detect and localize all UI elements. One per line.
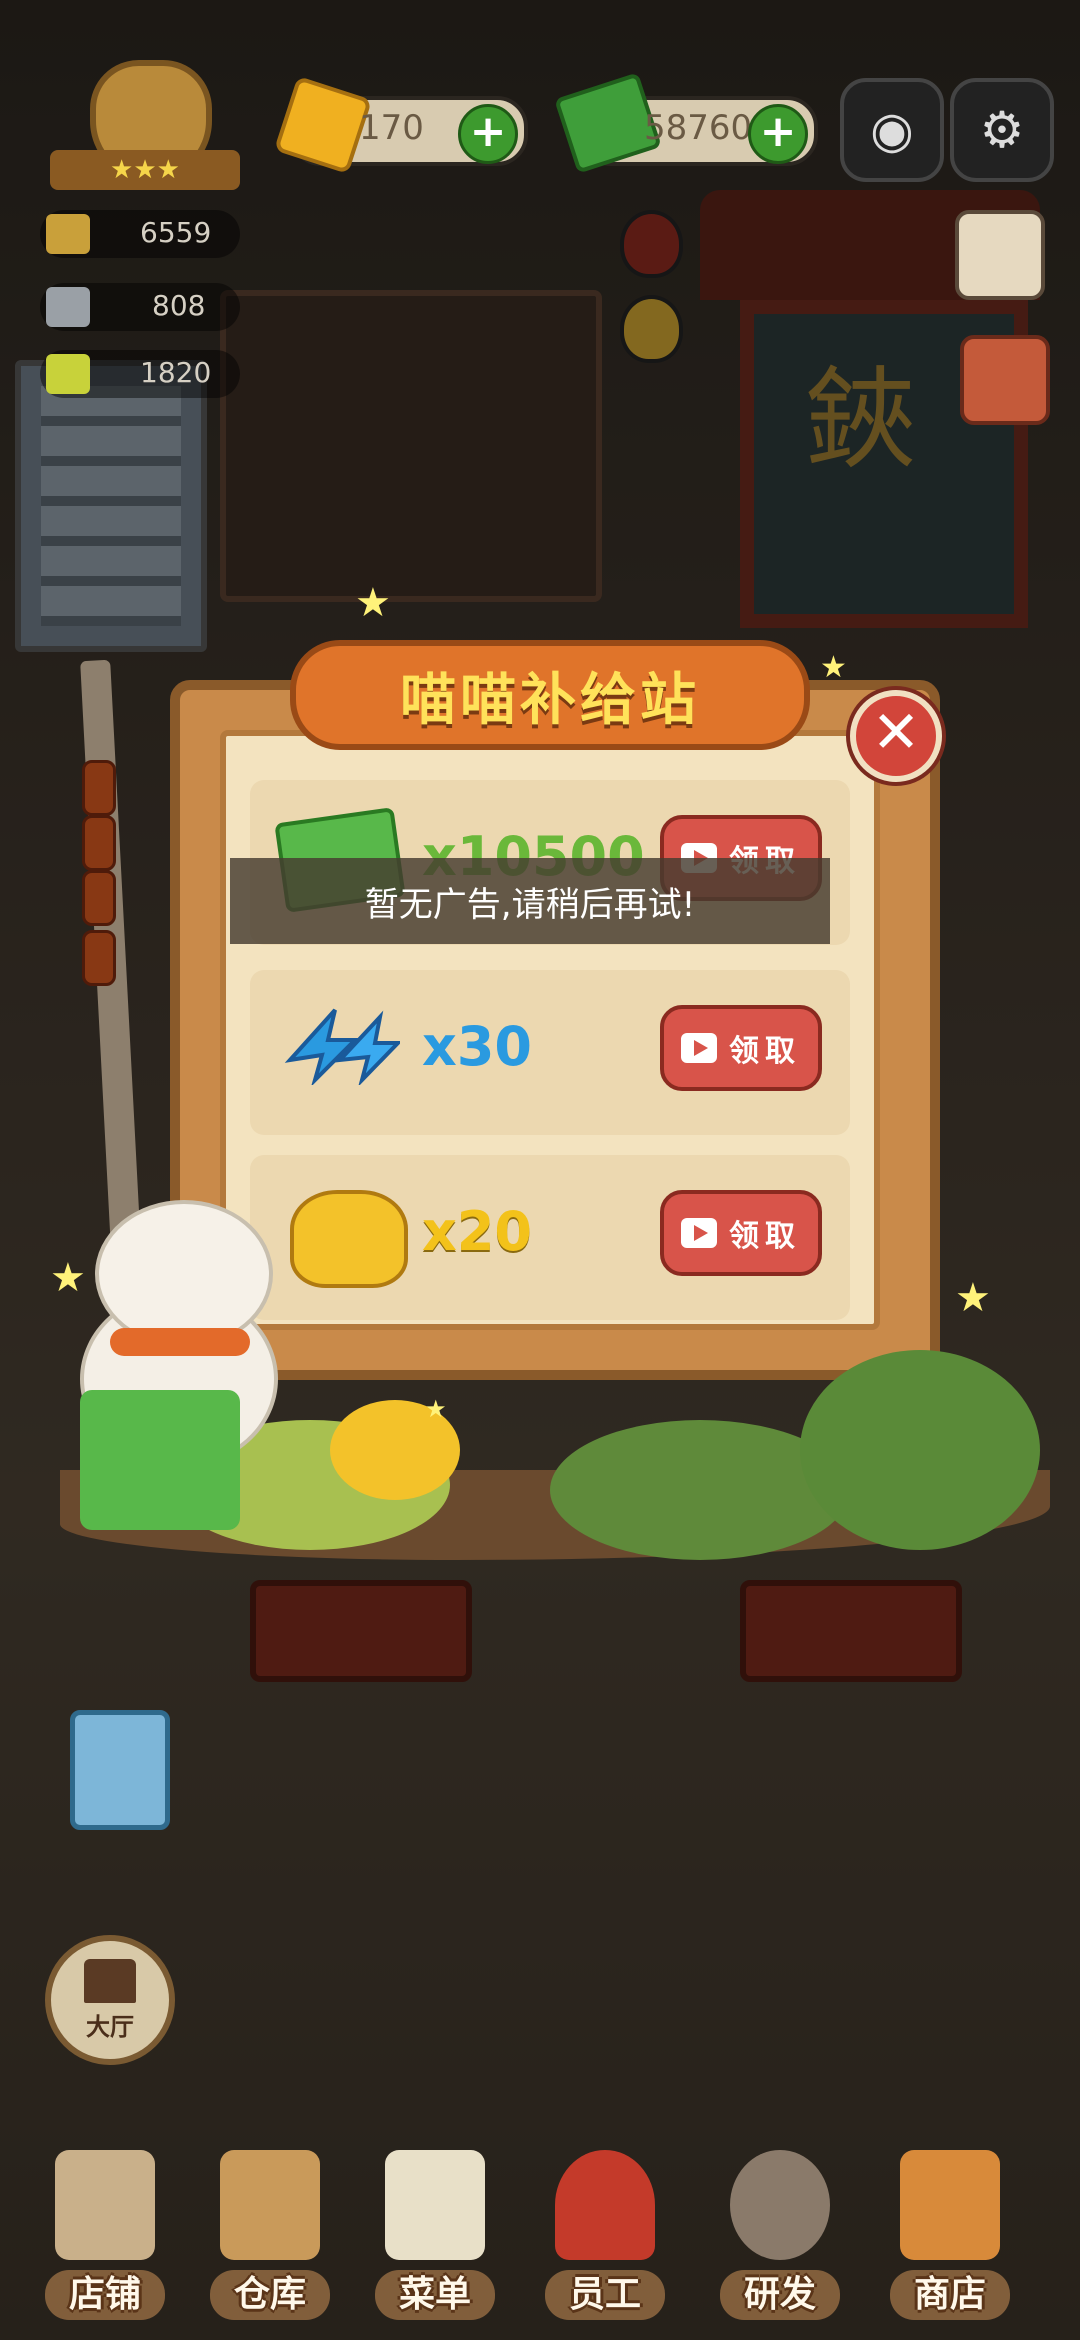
pot-icon — [46, 214, 90, 254]
sparkle-icon: ★ — [425, 1395, 447, 1423]
nav-label: 员工 — [568, 2274, 641, 2315]
cloche-icon — [46, 287, 90, 327]
menu-clipboard-icon — [385, 2150, 485, 2260]
nav-warehouse[interactable]: 仓库 — [190, 2130, 350, 2330]
nav-shop[interactable]: 店铺 — [25, 2130, 185, 2330]
gem-value: 170 — [359, 108, 424, 148]
claim-button[interactable]: 领取 — [660, 1190, 822, 1276]
sparkle-icon: ★ — [955, 1275, 991, 1321]
video-icon — [681, 1218, 717, 1248]
add-gems-button[interactable]: + — [458, 104, 518, 164]
gem-counter: 170 + — [273, 75, 528, 175]
wok-icon — [730, 2150, 830, 2260]
help-book-icon[interactable] — [955, 210, 1045, 300]
stat-value: 808 — [152, 289, 206, 322]
reward-amount: x30 — [422, 1015, 532, 1078]
nav-label: 店铺 — [68, 2274, 141, 2315]
reward-amount: x20 — [422, 1200, 532, 1263]
cash-value: 58760 — [644, 108, 753, 148]
stat-row: 1820 — [40, 350, 240, 398]
store-icon — [900, 2150, 1000, 2260]
stat-value: 6559 — [140, 216, 212, 249]
stat-row: 808 — [40, 283, 240, 331]
hall-button[interactable]: 大厅 — [45, 1935, 175, 2065]
stat-row: 6559 — [40, 210, 240, 258]
nav-label: 菜单 — [398, 2274, 471, 2315]
order-clipboard-icon[interactable] — [70, 1710, 170, 1830]
gear-icon: ⚙ — [979, 101, 1025, 159]
energy-bolt-icon — [280, 995, 400, 1105]
claim-label: 领取 — [729, 1219, 801, 1254]
add-cash-button[interactable]: + — [748, 104, 808, 164]
sparkle-icon: ★ — [820, 650, 847, 685]
claim-button[interactable]: 领取 — [660, 1005, 822, 1091]
dialog-title: 喵喵补给站 — [400, 667, 700, 733]
badge-stars: ★★★ — [50, 150, 240, 190]
nav-store[interactable]: 商店 — [870, 2130, 1030, 2330]
camera-button[interactable]: ◉ — [840, 78, 944, 182]
reward-row: x30 领取 — [250, 970, 850, 1135]
shop-icon — [55, 2150, 155, 2260]
recipe-book-icon[interactable] — [960, 335, 1050, 425]
sparkle-icon: ★ — [355, 580, 391, 626]
bush-decoration — [800, 1350, 1040, 1550]
claim-label: 领取 — [729, 1034, 801, 1069]
bottom-nav: 店铺 仓库 菜单 员工 研发 商店 — [0, 2130, 1080, 2340]
nav-label: 仓库 — [233, 2274, 306, 2315]
cash-pile-icon — [80, 1390, 240, 1530]
sparkle-icon: ★ — [50, 1255, 86, 1301]
dialog-title-banner: 喵喵补给站 — [290, 640, 810, 750]
video-icon — [681, 1033, 717, 1063]
warehouse-boxes-icon — [220, 2150, 320, 2260]
nav-research[interactable]: 研发 — [700, 2130, 860, 2330]
close-icon: ✕ — [871, 698, 921, 766]
cash-counter: 58760 + — [554, 72, 818, 174]
hall-house-icon — [84, 1958, 136, 2003]
nav-label: 研发 — [743, 2274, 816, 2315]
stat-value: 1820 — [140, 356, 212, 389]
no-ads-toast: 暂无广告,请稍后再试! — [230, 858, 830, 944]
close-button[interactable]: ✕ — [850, 690, 942, 782]
nav-label: 商店 — [913, 2274, 986, 2315]
nav-menu[interactable]: 菜单 — [355, 2130, 515, 2330]
book-icon — [46, 354, 90, 394]
reward-row: x20 领取 — [250, 1155, 850, 1320]
camera-icon: ◉ — [870, 101, 914, 159]
staff-chef-icon — [555, 2150, 655, 2260]
hall-label: 大厅 — [86, 2012, 134, 2041]
settings-button[interactable]: ⚙ — [950, 78, 1054, 182]
level-badge[interactable]: ★★★ — [50, 60, 240, 190]
nav-staff[interactable]: 员工 — [525, 2130, 685, 2330]
